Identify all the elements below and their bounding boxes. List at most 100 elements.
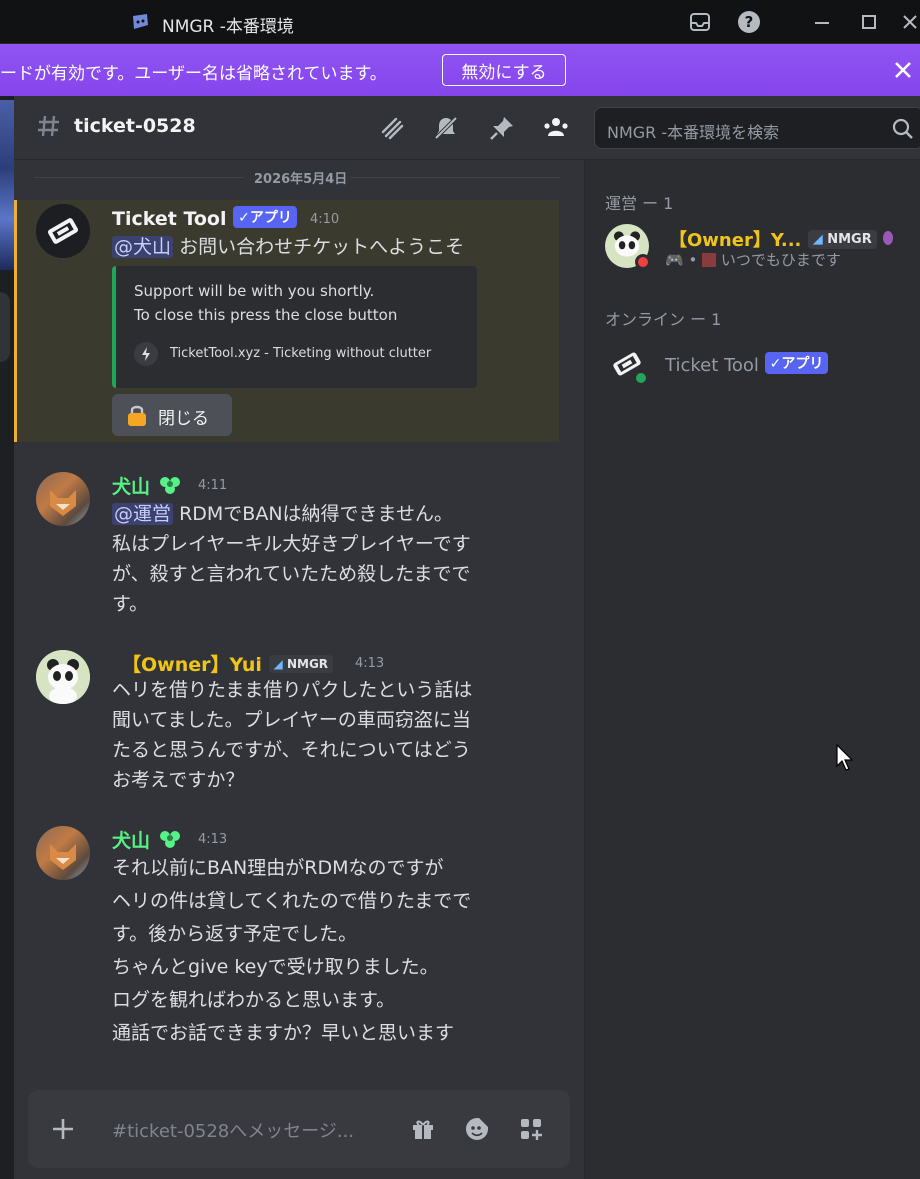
leaf-icon: ◢: [273, 657, 283, 671]
message-content: ヘリを借りたまま借りパクしたという話は 聞いてました。プレイヤーの車両窃盗に当 …: [112, 675, 472, 795]
threads-icon[interactable]: [378, 114, 406, 142]
member-group-label: オンライン ー 1: [605, 310, 722, 329]
message-line: お考えですか？: [112, 769, 245, 791]
dnd-status-icon: [635, 254, 651, 270]
avatar[interactable]: [36, 650, 90, 704]
panda-avatar-icon: [36, 650, 90, 704]
message-line: ヘリの件は貸してくれたので借りたまでで: [112, 890, 472, 912]
notice-text: ードが有効です。ユーザー名は省略されています。: [0, 64, 387, 84]
close-window-icon[interactable]: [898, 10, 920, 34]
members-icon[interactable]: [542, 114, 570, 142]
gift-icon[interactable]: [410, 1116, 436, 1142]
discord-logo-icon: [133, 14, 148, 29]
role-icon: [159, 831, 180, 848]
member-status-text: いつでもひまです: [720, 251, 841, 269]
server-icon[interactable]: [0, 292, 10, 362]
mute-icon[interactable]: [432, 114, 460, 142]
message-line: それ以前にBAN理由がRDMなのですが: [112, 857, 444, 879]
app-badge: ✓アプリ: [764, 352, 829, 374]
disable-button[interactable]: 無効にする: [442, 54, 566, 86]
message-line: す。: [112, 593, 149, 615]
role-icon: [159, 477, 180, 494]
title-bar: NMGR -本番環境 ?: [0, 0, 920, 44]
lock-icon: [128, 405, 146, 426]
message-time: 4:10: [310, 212, 340, 227]
date-divider: 2026年5月4日: [34, 168, 560, 188]
server-icon[interactable]: [0, 100, 14, 270]
server-list: [0, 96, 14, 1179]
message-line: 私はプレイヤーキル大好きプレイヤーです: [112, 533, 471, 555]
message-author[interactable]: 犬山: [112, 826, 183, 853]
pin-icon[interactable]: [488, 114, 516, 142]
member-name-text[interactable]: Ticket Tool: [665, 355, 759, 376]
plus-icon[interactable]: [50, 1116, 76, 1142]
avatar[interactable]: [36, 472, 90, 526]
inbox-icon[interactable]: [688, 10, 712, 34]
app-badge: ✓アプリ: [233, 206, 297, 228]
close-icon[interactable]: [890, 57, 916, 83]
message-line: @運営 RDMでBANは納得できません。: [112, 499, 471, 529]
search-placeholder: NMGR -本番環境を検索: [607, 123, 780, 142]
message-content: @犬山 お問い合わせチケットへようこそ: [112, 232, 464, 262]
game-controller-icon: 🎮: [665, 251, 684, 269]
message-content: それ以前にBAN理由がRDMなのですが ヘリの件は貸してくれたので借りたまでで …: [112, 852, 471, 1050]
close-button-label: 閉じる: [158, 409, 209, 429]
message-author[interactable]: 【Owner】Yui ◢ NMGR: [122, 650, 334, 677]
online-status-icon: [633, 370, 649, 386]
search-input[interactable]: NMGR -本番環境を検索: [594, 107, 920, 149]
server-tag-badge: ◢ NMGR: [268, 655, 334, 673]
server-tag: NMGR: [286, 657, 329, 671]
avatar[interactable]: [36, 204, 90, 258]
maximize-icon[interactable]: [857, 10, 881, 34]
author-name[interactable]: 【Owner】Yui: [122, 654, 262, 676]
server-tag: NMGR: [827, 232, 872, 247]
message-author[interactable]: Ticket Tool ✓アプリ: [112, 206, 297, 230]
message-text: お問い合わせチケットへようこそ: [179, 236, 465, 258]
server-tag-badge: ◢ NMGR: [807, 230, 877, 249]
channel-header: ticket-0528: [14, 96, 584, 160]
search-header: NMGR -本番環境を検索: [584, 96, 920, 160]
message-line: たると思うんですが、それについてはどう: [112, 739, 471, 761]
message-time: 4:13: [198, 832, 228, 847]
apps-icon[interactable]: [518, 1116, 544, 1142]
avatar[interactable]: [36, 826, 90, 880]
embed-footer-icon: [134, 342, 158, 366]
role-mention[interactable]: @運営: [112, 503, 174, 525]
message-composer[interactable]: #ticket-0528へメッセージ...: [28, 1090, 570, 1168]
author-name[interactable]: 犬山: [112, 830, 150, 852]
member-avatar[interactable]: [605, 342, 649, 386]
svg-text:?: ?: [745, 13, 754, 31]
ticket-icon: [36, 204, 90, 258]
member-avatar[interactable]: [605, 224, 651, 270]
message-line: ログを観ればわかると思います。: [112, 989, 396, 1011]
member-name[interactable]: Ticket Tool ✓アプリ: [665, 352, 829, 376]
message-line: す。後から返す予定でした。: [112, 923, 358, 945]
member-name-text[interactable]: 【Owner】Y...: [669, 230, 801, 251]
message-line: が、殺すと言われていたため殺したまでで: [112, 563, 471, 585]
message-line: 通話でお話できますか？早いと思います: [112, 1022, 455, 1044]
mouse-cursor-icon: [836, 744, 854, 771]
fox-avatar-icon: [50, 490, 76, 516]
message-line: ちゃんとgive keyで受け取りました。: [112, 956, 439, 978]
author-name[interactable]: Ticket Tool: [112, 208, 227, 230]
sticker-icon[interactable]: [464, 1116, 490, 1142]
help-icon[interactable]: ?: [737, 10, 761, 34]
message-author[interactable]: 犬山: [112, 472, 183, 499]
close-ticket-button[interactable]: 閉じる: [112, 394, 232, 436]
message-list: 2026年5月4日 Ticket Tool ✓アプリ 4:10 @犬山 お問い合…: [14, 160, 584, 1179]
message-time: 4:11: [198, 478, 228, 493]
window-title: NMGR -本番環境: [162, 17, 294, 37]
streamer-mode-notice: ードが有効です。ユーザー名は省略されています。 無効にする: [0, 44, 920, 96]
boost-icon: [883, 231, 893, 245]
message-content: @運営 RDMでBANは納得できません。 私はプレイヤーキル大好きプレイヤーです…: [112, 499, 471, 619]
embed-footer-text: TicketTool.xyz - Ticketing without clutt…: [170, 346, 432, 361]
minimize-icon[interactable]: [810, 10, 834, 34]
user-mention[interactable]: @犬山: [112, 236, 174, 258]
author-name[interactable]: 犬山: [112, 476, 150, 498]
search-icon: [892, 118, 913, 139]
message-input[interactable]: #ticket-0528へメッセージ...: [112, 1117, 354, 1143]
date-label: 2026年5月4日: [254, 172, 348, 187]
member-group-label: 運営 ー 1: [605, 194, 674, 213]
member-status: 🎮 • いつでもひまです: [665, 251, 841, 269]
leaf-icon: ◢: [812, 232, 823, 247]
